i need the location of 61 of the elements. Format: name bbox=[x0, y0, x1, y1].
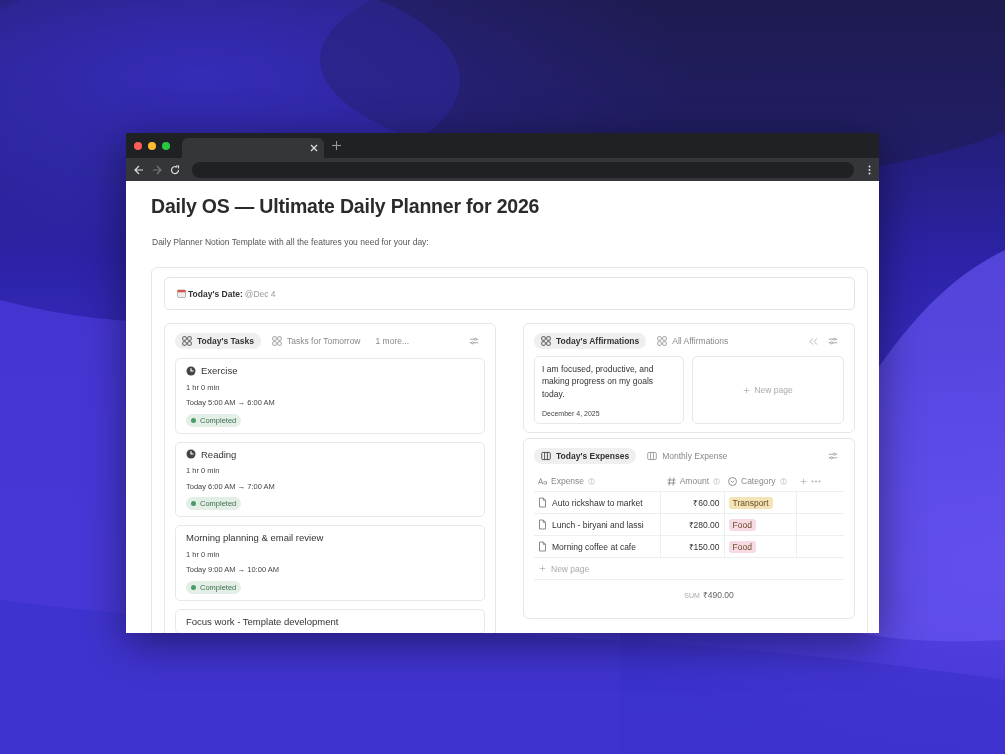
column-header[interactable]: Category bbox=[728, 476, 792, 486]
close-window-icon[interactable] bbox=[134, 141, 142, 150]
document-icon bbox=[538, 497, 547, 508]
column-header[interactable]: Amount bbox=[664, 476, 720, 486]
page-title: Daily OS — Ultimate Daily Planner for 2026 bbox=[151, 195, 541, 218]
minimize-window-icon[interactable] bbox=[148, 141, 156, 150]
back-icon[interactable] bbox=[134, 164, 144, 175]
forward-icon[interactable] bbox=[152, 164, 162, 175]
task-title: Exercise bbox=[201, 365, 238, 376]
category-tag: Food bbox=[728, 518, 756, 531]
plus-icon[interactable] bbox=[332, 141, 341, 150]
task-title: Reading bbox=[201, 448, 237, 460]
add-column-icon bbox=[800, 477, 807, 485]
affirmation-text: I am focused, productive, and making progress on my goals today. bbox=[542, 363, 655, 400]
amount-cell: ₹150.00 bbox=[688, 542, 720, 552]
view-tab[interactable]: Today's Expenses bbox=[534, 448, 637, 464]
view-tab[interactable]: Tasks for Tomorrow bbox=[265, 333, 368, 349]
document-icon bbox=[538, 519, 547, 530]
view-tab[interactable]: Monthly Expense bbox=[640, 448, 735, 464]
menu-icon[interactable] bbox=[868, 164, 871, 175]
info-icon bbox=[779, 477, 787, 485]
plus-icon bbox=[743, 386, 751, 394]
expense-name[interactable]: Auto rickshaw to market bbox=[552, 497, 643, 508]
expense-name[interactable]: Morning coffee at cafe bbox=[552, 541, 636, 552]
grid-icon bbox=[182, 336, 192, 346]
category-tag: Food bbox=[728, 540, 756, 553]
plus-icon bbox=[539, 565, 546, 572]
status-dot bbox=[191, 417, 196, 423]
more-views-link[interactable]: 1 more... bbox=[375, 336, 410, 346]
text-type-icon bbox=[538, 476, 547, 486]
document-icon bbox=[538, 541, 547, 552]
clock-icon bbox=[186, 449, 196, 459]
date-label: Today's Date: bbox=[188, 288, 243, 299]
grid-icon bbox=[541, 336, 551, 346]
grid-icon bbox=[272, 336, 282, 346]
status-dot bbox=[191, 501, 196, 506]
view-tab[interactable]: Today's Tasks bbox=[175, 333, 261, 349]
select-type-icon bbox=[728, 476, 737, 486]
task-title: Focus work - Template development bbox=[186, 615, 339, 627]
view-tab[interactable]: All Affirmations bbox=[650, 333, 736, 349]
table-icon bbox=[541, 451, 551, 461]
view-tab[interactable]: Today's Affirmations bbox=[534, 333, 647, 349]
number-type-icon bbox=[666, 476, 676, 486]
column-header[interactable]: Expense bbox=[538, 476, 656, 486]
info-icon bbox=[713, 477, 720, 485]
calendar-icon bbox=[177, 289, 186, 298]
table-icon bbox=[647, 451, 658, 461]
maximize-window-icon[interactable] bbox=[162, 141, 170, 150]
close-icon[interactable] bbox=[310, 144, 318, 152]
grid-icon bbox=[657, 336, 668, 346]
reload-icon[interactable] bbox=[170, 164, 180, 175]
status-dot bbox=[191, 584, 196, 590]
amount-cell: ₹280.00 bbox=[688, 520, 720, 530]
amount-cell: ₹60.00 bbox=[693, 498, 720, 508]
expense-name[interactable]: Lunch - biryani and lassi bbox=[552, 519, 644, 530]
sum-value: ₹490.00 bbox=[702, 589, 734, 600]
info-icon bbox=[588, 477, 596, 485]
category-tag: Transport bbox=[728, 496, 773, 509]
clock-icon bbox=[186, 365, 196, 376]
task-title: Morning planning & email review bbox=[186, 532, 324, 543]
page-subtitle: Daily Planner Notion Template with all the features you need for your day: bbox=[152, 237, 430, 247]
